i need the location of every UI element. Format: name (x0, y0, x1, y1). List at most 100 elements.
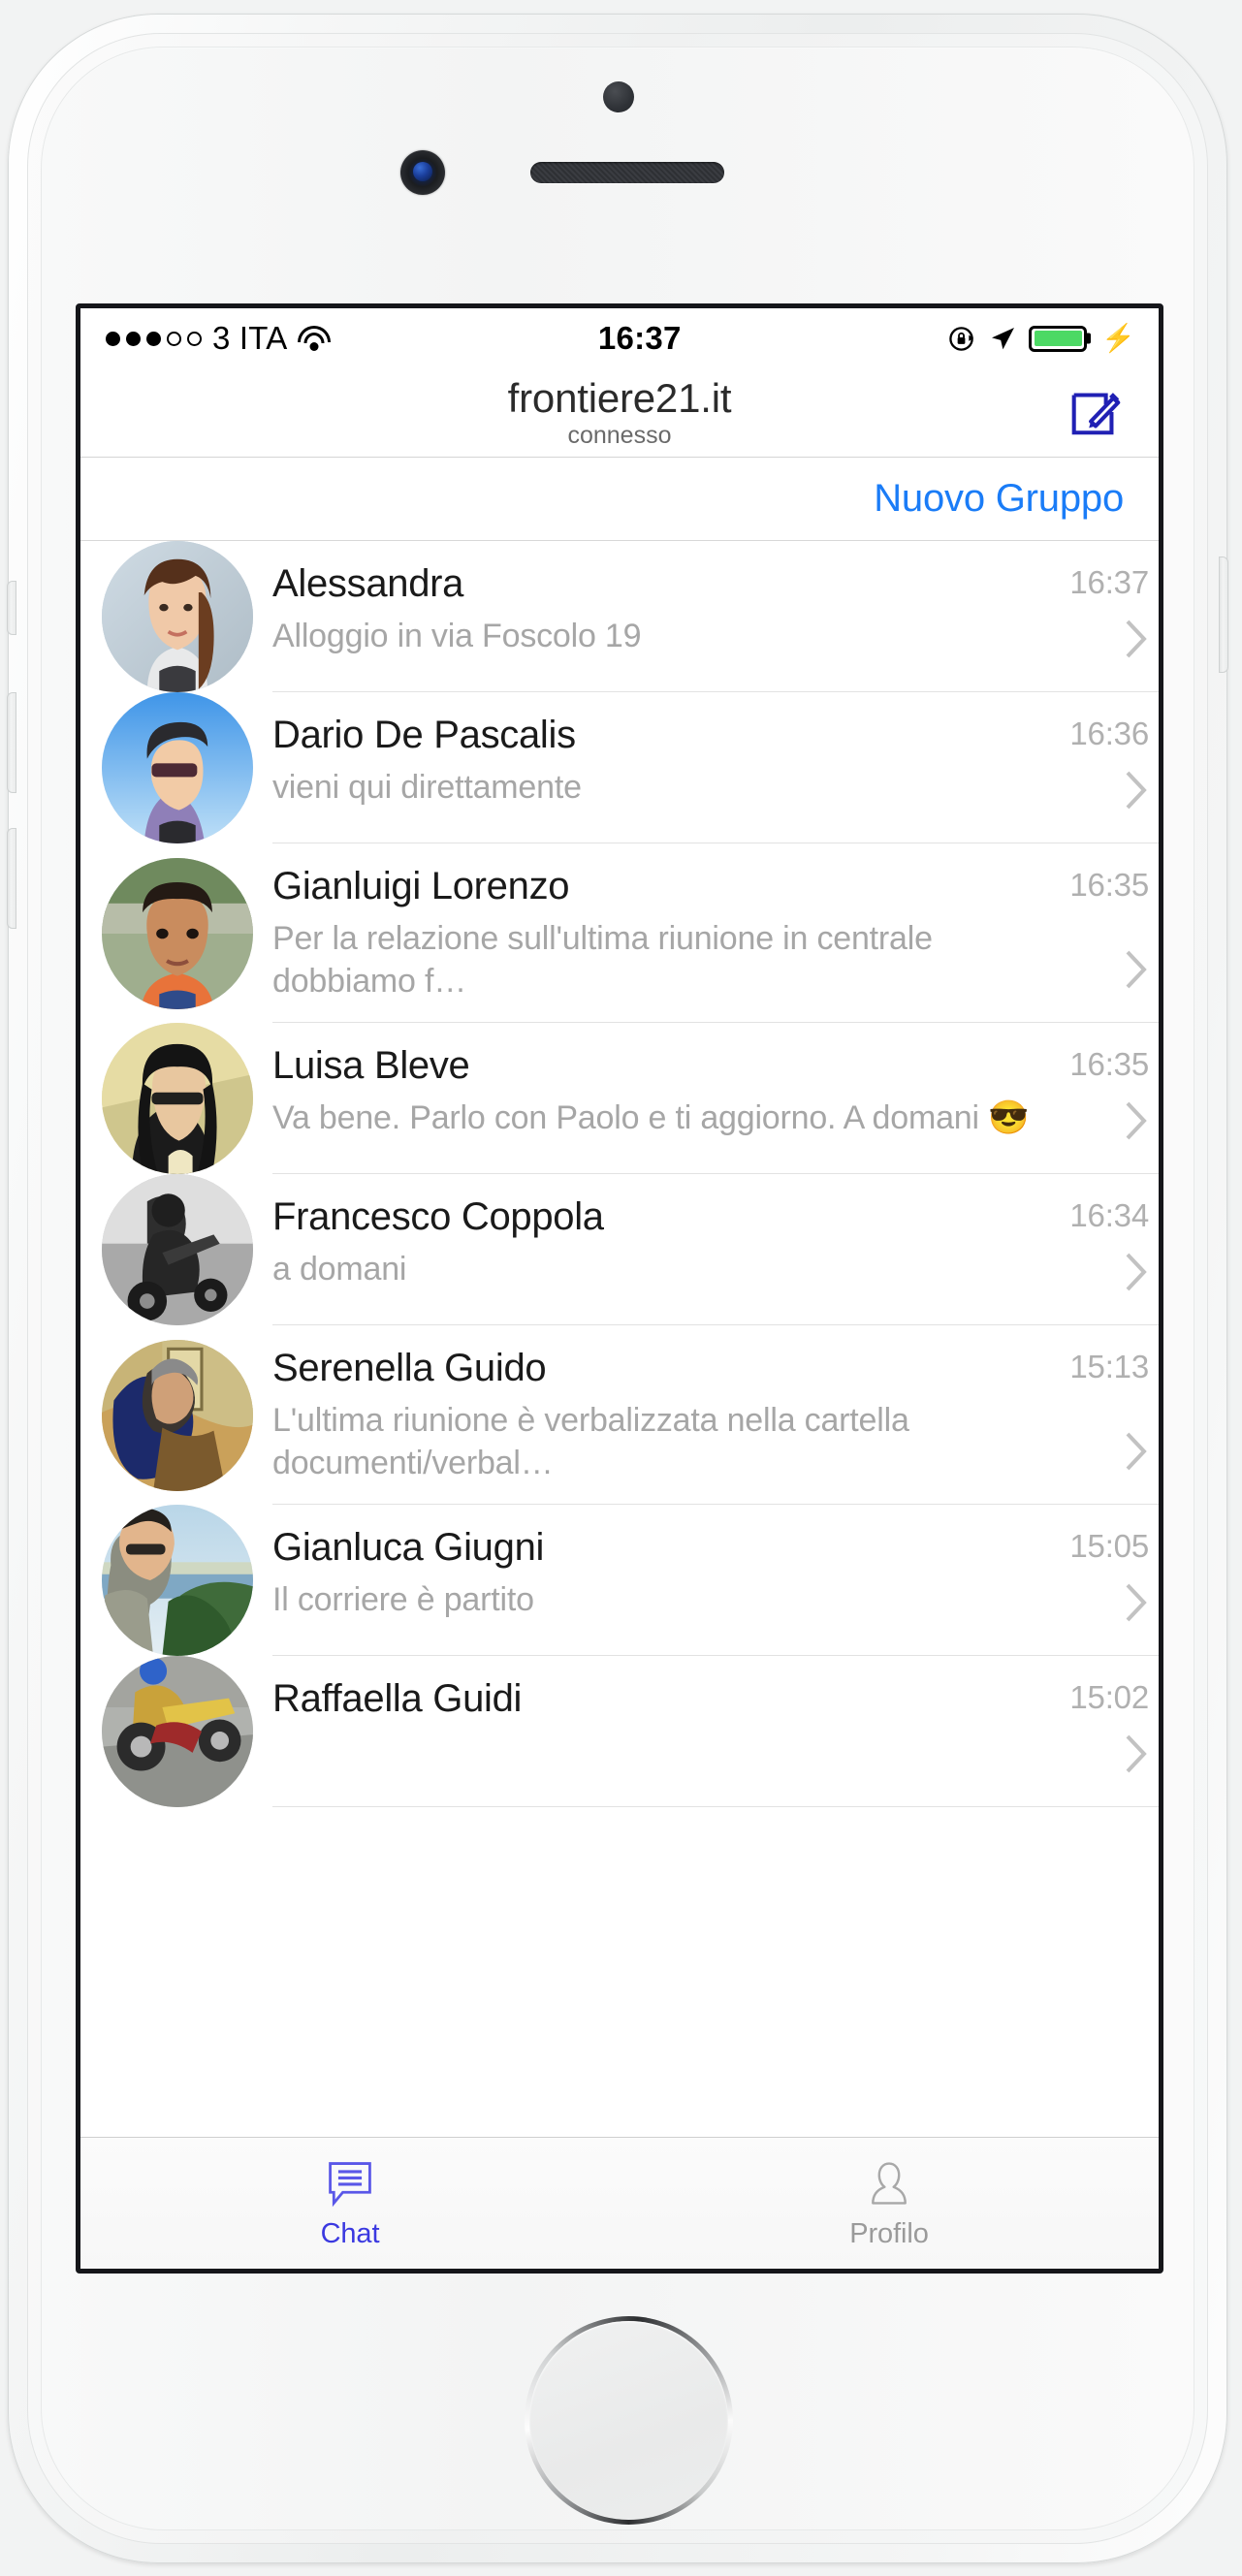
timestamp: 15:02 (1069, 1679, 1149, 1716)
front-camera-icon (400, 150, 445, 195)
status-bar-left: 3 ITA (106, 320, 332, 357)
message-preview: vieni qui direttamente (272, 768, 582, 806)
contact-name: Raffaella Guidi (272, 1677, 523, 1721)
avatar (102, 1656, 253, 1808)
compose-button[interactable] (1064, 382, 1126, 444)
chat-row-meta: 16:37 (1056, 560, 1159, 672)
status-bar-clock: 16:37 (597, 320, 682, 356)
contact-name: Gianluca Giugni (272, 1526, 545, 1570)
timestamp: 15:05 (1069, 1528, 1149, 1565)
chat-row-texts: Serenella Guido L'ultima riunione è verb… (272, 1345, 1056, 1484)
carrier-label: 3 ITA (212, 320, 288, 356)
chat-row-body: Gianluca Giugni Il corriere è partito 15… (272, 1505, 1159, 1657)
contact-name: Serenella Guido (272, 1347, 547, 1390)
chat-row-body: Luisa Bleve Va bene. Parlo con Paolo e t… (272, 1023, 1159, 1175)
navigation-bar: frontiere21.it connesso (80, 368, 1159, 458)
list-fade (80, 2112, 1159, 2137)
tab-bar: Chat Profilo (80, 2137, 1159, 2269)
chat-row-body: Francesco Coppola a domani 16:34 (272, 1174, 1159, 1326)
message-preview: Va bene. Parlo con Paolo e ti aggiorno. … (272, 1098, 1030, 1136)
status-bar-center: 16:37 (331, 308, 948, 368)
chat-row-body: Serenella Guido L'ultima riunione è verb… (272, 1325, 1159, 1506)
chat-row-meta: 16:35 (1056, 863, 1159, 1002)
message-preview: L'ultima riunione è verbalizzata nella c… (272, 1401, 909, 1482)
chat-row-texts: Francesco Coppola a domani (272, 1193, 1056, 1290)
chat-row-meta: 15:13 (1056, 1345, 1159, 1484)
lightning-bolt-icon: ⚡ (1101, 323, 1135, 353)
message-preview: Alloggio in via Foscolo 19 (272, 617, 642, 654)
chat-bubble-icon (325, 2156, 375, 2210)
avatar (102, 1505, 253, 1657)
message-preview: Per la relazione sull'ultima riunione in… (272, 919, 933, 1000)
contact-name: Luisa Bleve (272, 1044, 470, 1088)
chat-row-meta: 15:05 (1056, 1524, 1159, 1636)
avatar (102, 1339, 253, 1491)
chevron-right-icon (1124, 1581, 1149, 1636)
connection-status: connesso (567, 422, 672, 450)
volume-down-button[interactable] (7, 828, 16, 929)
contact-name: Gianluigi Lorenzo (272, 865, 570, 907)
phone-screen: 3 ITA 16:37 ⚡ frontiere21.it connesso Nu… (76, 303, 1163, 2274)
timestamp: 16:37 (1069, 564, 1149, 600)
person-icon (864, 2156, 914, 2210)
chat-row-texts: Gianluca Giugni Il corriere è partito (272, 1524, 1056, 1621)
proximity-sensor-icon (603, 81, 634, 112)
chevron-right-icon (1124, 1251, 1149, 1305)
avatar (102, 692, 253, 843)
chat-row-meta: 16:35 (1056, 1042, 1159, 1154)
new-group-button[interactable]: Nuovo Gruppo (874, 477, 1124, 521)
wifi-icon (298, 326, 332, 351)
chat-list-item[interactable]: Serenella Guido L'ultima riunione è verb… (80, 1325, 1159, 1506)
chat-row-texts: Alessandra Alloggio in via Foscolo 19 (272, 560, 1056, 657)
chat-row-meta: 16:34 (1056, 1193, 1159, 1305)
avatar (102, 541, 253, 692)
chat-list[interactable]: Alessandra Alloggio in via Foscolo 19 16… (80, 541, 1159, 2137)
volume-up-button[interactable] (7, 692, 16, 793)
signal-strength-icon (106, 331, 202, 346)
compose-icon (1065, 380, 1125, 445)
screenshot-stage: 3 ITA 16:37 ⚡ frontiere21.it connesso Nu… (0, 0, 1242, 2576)
chat-row-texts: Luisa Bleve Va bene. Parlo con Paolo e t… (272, 1042, 1056, 1139)
tab-profilo-label: Profilo (849, 2218, 929, 2249)
timestamp: 15:13 (1069, 1349, 1149, 1385)
message-preview: Il corriere è partito (272, 1581, 534, 1619)
chat-list-item[interactable]: Dario De Pascalis vieni qui direttamente… (80, 692, 1159, 843)
nav-title-block: frontiere21.it connesso (507, 374, 732, 450)
timestamp: 16:35 (1069, 1046, 1149, 1083)
avatar (102, 857, 253, 1009)
chat-list-item[interactable]: Gianluigi Lorenzo Per la relazione sull'… (80, 843, 1159, 1024)
chevron-right-icon (1124, 1099, 1149, 1154)
tab-chat[interactable]: Chat (80, 2156, 620, 2250)
power-button[interactable] (1219, 557, 1228, 673)
chat-list-item[interactable]: Raffaella Guidi 15:02 (80, 1656, 1159, 1808)
chat-list-item[interactable]: Alessandra Alloggio in via Foscolo 19 16… (80, 541, 1159, 692)
timestamp: 16:35 (1069, 867, 1149, 903)
status-bar-right: ⚡ (948, 325, 1135, 353)
chevron-right-icon (1124, 1430, 1149, 1484)
chevron-right-icon (1124, 948, 1149, 1002)
status-bar: 3 ITA 16:37 ⚡ (80, 308, 1159, 368)
home-button[interactable] (525, 2316, 733, 2525)
chat-list-item[interactable]: Francesco Coppola a domani 16:34 (80, 1174, 1159, 1326)
mute-switch[interactable] (7, 581, 16, 635)
chat-row-body: Raffaella Guidi 15:02 (272, 1656, 1159, 1808)
tab-chat-label: Chat (320, 2218, 380, 2249)
avatar (102, 1023, 253, 1175)
chat-row-texts: Raffaella Guidi (272, 1675, 1056, 1730)
chat-list-item[interactable]: Luisa Bleve Va bene. Parlo con Paolo e t… (80, 1023, 1159, 1175)
page-title: frontiere21.it (507, 374, 732, 421)
rotation-lock-icon (948, 325, 976, 353)
contact-name: Alessandra (272, 562, 464, 605)
chat-list-item[interactable]: Gianluca Giugni Il corriere è partito 15… (80, 1505, 1159, 1657)
chat-row-body: Alessandra Alloggio in via Foscolo 19 16… (272, 541, 1159, 692)
chat-row-body: Gianluigi Lorenzo Per la relazione sull'… (272, 843, 1159, 1024)
timestamp: 16:36 (1069, 716, 1149, 751)
chat-row-texts: Gianluigi Lorenzo Per la relazione sull'… (272, 863, 1056, 1002)
message-preview: a domani (272, 1250, 407, 1288)
chevron-right-icon (1124, 618, 1149, 672)
contact-name: Francesco Coppola (272, 1195, 604, 1239)
chevron-right-icon (1124, 769, 1149, 823)
tab-profilo[interactable]: Profilo (620, 2156, 1159, 2250)
timestamp: 16:34 (1069, 1197, 1149, 1234)
chat-row-body: Dario De Pascalis vieni qui direttamente… (272, 692, 1159, 843)
